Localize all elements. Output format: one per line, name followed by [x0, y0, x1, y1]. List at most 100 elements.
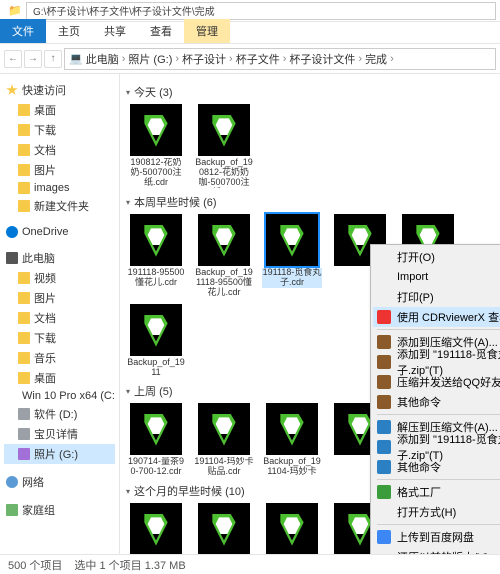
back-button[interactable]: ← [4, 50, 22, 68]
tab-share[interactable]: 共享 [92, 19, 138, 43]
drive-icon [18, 428, 30, 440]
file-label: Backup_of_191104-玛妙卡 [262, 457, 322, 477]
menu-import[interactable]: Import [373, 267, 500, 287]
sidebar-item-cdrive[interactable]: Win 10 Pro x64 (C: [4, 388, 115, 404]
folder-icon [18, 372, 30, 384]
menu-label: 打开方式(H) [397, 504, 456, 520]
tab-manage[interactable]: 管理 [184, 19, 230, 43]
sidebar-item-images[interactable]: images [4, 180, 115, 196]
folder-icon [18, 124, 30, 136]
sidebar-item-gdrive[interactable]: 照片 (G:) [4, 444, 115, 464]
menu-add-zip[interactable]: 添加到 "191118-觅食丸子.zip"(T) [373, 352, 500, 372]
sidebar-item-ddrive[interactable]: 软件 (D:) [4, 404, 115, 424]
cdr-file-icon [198, 214, 250, 266]
cdr-file-icon [198, 503, 250, 554]
sidebar-item-label: 网络 [22, 474, 44, 490]
crumb-2[interactable]: 杯子设计 [182, 51, 226, 67]
archive-icon [377, 335, 391, 349]
sidebar-item-label: 此电脑 [22, 250, 55, 266]
network-icon [6, 476, 18, 488]
file-thumb[interactable]: 191108-沐青.cdr [194, 503, 254, 554]
tab-view[interactable]: 查看 [138, 19, 184, 43]
context-menu: 打开(O) Import 打印(P) 使用 CDRviewerX 查看 添加到压… [370, 244, 500, 554]
sidebar-item-music[interactable]: 音乐 [4, 348, 115, 368]
forward-button[interactable]: → [24, 50, 42, 68]
menu-other-cmd2[interactable]: 其他命令▶ [373, 457, 500, 477]
sidebar-thispc[interactable]: 此电脑 [4, 248, 115, 268]
sidebar-network[interactable]: 网络 [4, 472, 115, 492]
file-label: Backup_of_191118-95500懂花儿.cdr [194, 268, 254, 298]
crumb-pc-icon: 💻 [69, 52, 83, 65]
sidebar-item-videos[interactable]: 视频 [4, 268, 115, 288]
file-thumb[interactable]: Backup_of_190812-花奶奶咖-500700注纸.cdr [194, 104, 254, 188]
crumb-3[interactable]: 杯子文件 [236, 51, 280, 67]
sidebar-onedrive[interactable]: OneDrive [4, 224, 115, 240]
sidebar-item-detail[interactable]: 宝贝详情 [4, 424, 115, 444]
file-thumb[interactable]: 191107-小樱嘴.cdr [126, 503, 186, 554]
sidebar-homegroup[interactable]: 家庭组 [4, 500, 115, 520]
file-thumb[interactable]: 190812-花奶奶-500700注纸.cdr [126, 104, 186, 188]
sidebar-item-label: 照片 (G:) [34, 446, 78, 462]
pc-icon [6, 252, 18, 264]
sidebar-item-downloads2[interactable]: 下载 [4, 328, 115, 348]
menu-open-with[interactable]: 打开方式(H)▶ [373, 502, 500, 522]
file-label: 191104-玛妙卡贴品.cdr [194, 457, 254, 477]
sidebar-item-downloads[interactable]: 下载 [4, 120, 115, 140]
crumb-0[interactable]: 此电脑 [86, 51, 119, 67]
sidebar-item-docs2[interactable]: 文档 [4, 308, 115, 328]
sidebar-item-newfolder[interactable]: 新建文件夹 [4, 196, 115, 216]
menu-cdrviewer[interactable]: 使用 CDRviewerX 查看 [373, 307, 500, 327]
menu-baidu-upload[interactable]: 上传到百度网盘 [373, 527, 500, 547]
sidebar-item-desktop[interactable]: 桌面 [4, 100, 115, 120]
breadcrumb-bar: ← → ↑ 💻 此电脑› 照片 (G:)› 杯子设计› 杯子文件› 杯子设计文件… [0, 44, 500, 74]
address-input[interactable] [26, 2, 496, 20]
group-today[interactable]: 今天 (3) [126, 84, 494, 100]
folder-icon [18, 312, 30, 324]
status-bar: 500 个项目 选中 1 个项目 1.37 MB [0, 554, 500, 574]
file-thumb[interactable] [262, 503, 322, 554]
file-label: 191118-95500懂花儿.cdr [126, 268, 186, 288]
up-button[interactable]: ↑ [44, 50, 62, 68]
sidebar-quick-access[interactable]: 快速访问 [4, 80, 115, 100]
folder-icon [18, 104, 30, 116]
sidebar-item-label: 图片 [34, 162, 56, 178]
window-icon: 📁 [4, 2, 26, 20]
folder-icon [18, 164, 30, 176]
file-thumb[interactable]: 191118-觅食丸子.cdr [262, 214, 322, 298]
sidebar-item-label: 下载 [34, 330, 56, 346]
file-label: 191118-觅食丸子.cdr [262, 268, 322, 288]
menu-other-cmd[interactable]: 其他命令▶ [373, 392, 500, 412]
file-thumb[interactable]: 191104-玛妙卡贴品.cdr [194, 403, 254, 477]
cdr-file-icon [266, 503, 318, 554]
cloud-icon [377, 530, 391, 544]
sidebar-item-pictures2[interactable]: 图片 [4, 288, 115, 308]
group-thisweek[interactable]: 本周早些时候 (6) [126, 194, 494, 210]
menu-open[interactable]: 打开(O) [373, 247, 500, 267]
crumb-4[interactable]: 杯子设计文件 [289, 51, 355, 67]
menu-label: 压缩并发送给QQ好友 [397, 374, 500, 390]
crumb-1[interactable]: 照片 (G:) [128, 51, 172, 67]
menu-print[interactable]: 打印(P) [373, 287, 500, 307]
tab-home[interactable]: 主页 [46, 19, 92, 43]
menu-label: 其他命令 [397, 459, 441, 475]
sidebar-item-label: images [34, 182, 69, 194]
sidebar-item-label: 家庭组 [22, 502, 55, 518]
file-thumb[interactable]: Backup_of_1911 [126, 304, 186, 378]
sidebar-item-desktop2[interactable]: 桌面 [4, 368, 115, 388]
cdr-file-icon [198, 104, 250, 156]
menu-restore-version[interactable]: 还原以前的版本(V) [373, 547, 500, 554]
file-thumb[interactable]: 190714-量茶90-700-12.cdr [126, 403, 186, 477]
file-thumb[interactable]: Backup_of_191118-95500懂花儿.cdr [194, 214, 254, 298]
tab-file[interactable]: 文件 [0, 19, 46, 43]
sidebar-item-pictures[interactable]: 图片 [4, 160, 115, 180]
file-thumb[interactable]: 191118-95500懂花儿.cdr [126, 214, 186, 298]
crumb-5[interactable]: 完成 [365, 51, 387, 67]
sidebar-item-documents[interactable]: 文档 [4, 140, 115, 160]
menu-unzip-to[interactable]: 添加到 "191118-觅食丸子.zip"(T) [373, 437, 500, 457]
folder-icon [18, 332, 30, 344]
breadcrumb[interactable]: 💻 此电脑› 照片 (G:)› 杯子设计› 杯子文件› 杯子设计文件› 完成› [64, 48, 496, 70]
menu-send-qq[interactable]: 压缩并发送给QQ好友 [373, 372, 500, 392]
sidebar-item-label: 桌面 [34, 102, 56, 118]
menu-format-factory[interactable]: 格式工厂▶ [373, 482, 500, 502]
file-thumb[interactable]: Backup_of_191104-玛妙卡 [262, 403, 322, 477]
